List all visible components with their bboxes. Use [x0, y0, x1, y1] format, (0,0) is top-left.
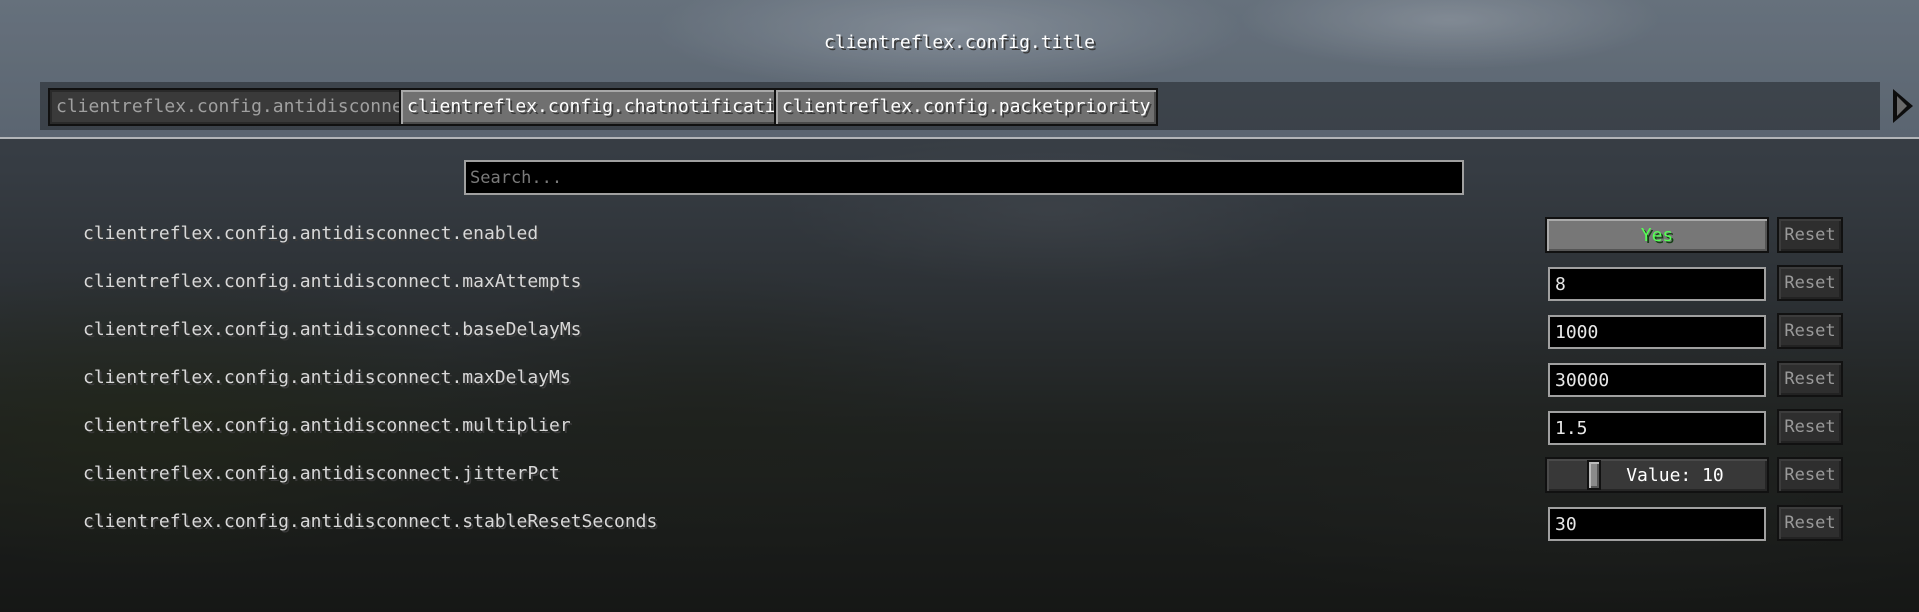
reset-button-maxattempts[interactable]: Reset [1777, 265, 1843, 301]
search-input[interactable] [464, 160, 1464, 195]
option-row-maxattempts: clientreflex.config.antidisconnect.maxAt… [0, 263, 1919, 303]
category-tab-bar: clientreflex.config.antidisconnect clien… [40, 82, 1880, 130]
screen-title: clientreflex.config.title [824, 32, 1095, 53]
basedelayms-input[interactable] [1548, 315, 1766, 349]
option-label: clientreflex.config.antidisconnect.maxAt… [83, 271, 582, 292]
option-row-multiplier: clientreflex.config.antidisconnect.multi… [0, 407, 1919, 447]
arrow-right-icon [1893, 89, 1913, 123]
reset-button-stableresetseconds[interactable]: Reset [1777, 505, 1843, 541]
jitterpct-slider[interactable]: Value: 10 [1545, 457, 1769, 493]
option-row-enabled: clientreflex.config.antidisconnect.enabl… [0, 215, 1919, 255]
tab-packetpriority[interactable]: clientreflex.config.packetpriority [774, 88, 1159, 126]
reset-button-maxdelayms[interactable]: Reset [1777, 361, 1843, 397]
option-label: clientreflex.config.antidisconnect.jitte… [83, 463, 560, 484]
maxattempts-input[interactable] [1548, 267, 1766, 301]
multiplier-input[interactable] [1548, 411, 1766, 445]
option-label: clientreflex.config.antidisconnect.multi… [83, 415, 571, 436]
enabled-toggle-button[interactable]: Yes [1545, 217, 1769, 253]
tab-antidisconnect[interactable]: clientreflex.config.antidisconnect [48, 88, 433, 126]
option-label: clientreflex.config.antidisconnect.enabl… [83, 223, 539, 244]
option-row-basedelayms: clientreflex.config.antidisconnect.baseD… [0, 311, 1919, 351]
option-row-stableresetseconds: clientreflex.config.antidisconnect.stabl… [0, 503, 1919, 543]
option-label: clientreflex.config.antidisconnect.maxDe… [83, 367, 571, 388]
reset-button-jitterpct[interactable]: Reset [1777, 457, 1843, 493]
reset-button-enabled[interactable]: Reset [1777, 217, 1843, 253]
tab-chatnotifications[interactable]: clientreflex.config.chatnotifications [399, 88, 816, 126]
slider-value-text: Value: 10 [1626, 464, 1724, 486]
tab-scroll-right-button[interactable] [1888, 87, 1918, 125]
reset-button-basedelayms[interactable]: Reset [1777, 313, 1843, 349]
reset-button-multiplier[interactable]: Reset [1777, 409, 1843, 445]
stableresetseconds-input[interactable] [1548, 507, 1766, 541]
option-label: clientreflex.config.antidisconnect.baseD… [83, 319, 582, 340]
header-divider [0, 137, 1919, 139]
maxdelayms-input[interactable] [1548, 363, 1766, 397]
option-row-maxdelayms: clientreflex.config.antidisconnect.maxDe… [0, 359, 1919, 399]
option-label: clientreflex.config.antidisconnect.stabl… [83, 511, 658, 532]
option-row-jitterpct: clientreflex.config.antidisconnect.jitte… [0, 455, 1919, 495]
